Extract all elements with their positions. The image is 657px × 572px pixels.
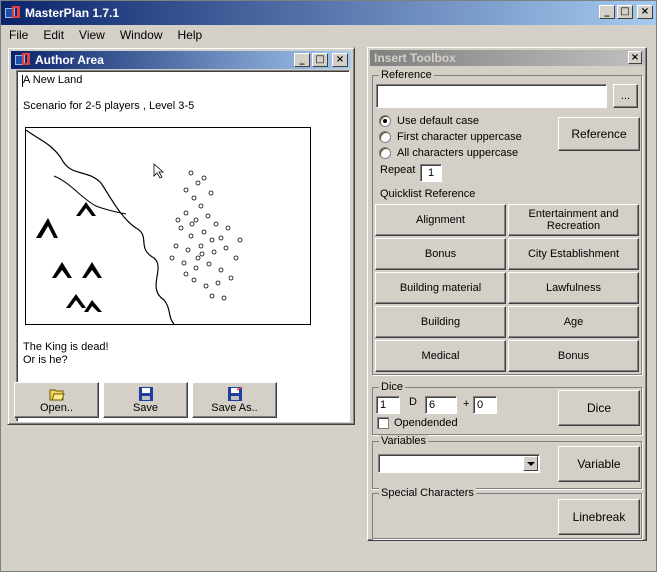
close-button[interactable]: × — [637, 5, 653, 19]
author-area-titlebar[interactable]: Author Area _ □ × — [11, 51, 351, 69]
quicklist-age-button[interactable]: Age — [508, 306, 639, 338]
doc-body-line-2: Or is he? — [23, 354, 68, 366]
openended-label: Opendended — [394, 417, 458, 429]
author-maximize-button[interactable]: □ — [312, 53, 328, 67]
repeat-label: Repeat — [380, 164, 416, 176]
minimize-button[interactable]: _ — [599, 5, 615, 19]
quicklist-building-material-button[interactable]: Building material — [375, 272, 506, 304]
quicklist-label: Quicklist Reference — [380, 188, 476, 200]
radio-first-uppercase[interactable]: First character uppercase — [379, 131, 522, 143]
dice-modifier-input[interactable]: 0 — [473, 396, 497, 414]
radio-default-case-label: Use default case — [397, 115, 479, 127]
radio-all-uppercase-dot[interactable] — [379, 147, 391, 159]
quicklist-bonus-button[interactable]: Bonus — [375, 238, 506, 270]
dice-plus-label: + — [463, 398, 470, 410]
menu-file[interactable]: File — [1, 26, 35, 44]
author-close-button[interactable]: × — [332, 53, 348, 67]
dice-d-label: D — [409, 396, 417, 408]
open-button[interactable]: Open.. — [14, 382, 99, 418]
author-area-window: Author Area _ □ × A New Land Scenario fo… — [7, 47, 355, 425]
map-drawing — [25, 129, 243, 325]
linebreak-button[interactable]: Linebreak — [558, 499, 640, 535]
masterplan-logo-icon — [15, 53, 31, 67]
menu-bar: File Edit View Window Help — [1, 25, 656, 45]
app-title: MasterPlan 1.7.1 — [25, 6, 120, 20]
insert-toolbox: Insert Toolbox × Reference ... Use defau… — [367, 47, 647, 541]
quicklist-entertainment-button[interactable]: Entertainment and Recreation — [508, 204, 639, 236]
main-window: MasterPlan 1.7.1 _ □ × File Edit View Wi… — [0, 0, 657, 572]
dice-group: Dice 1 D 6 + 0 Opendended Dice — [372, 381, 642, 435]
menu-edit[interactable]: Edit — [35, 26, 71, 44]
reference-legend: Reference — [379, 69, 434, 81]
variables-group: Variables Variable — [372, 435, 642, 489]
save-as-button[interactable]: Save As.. — [192, 382, 277, 418]
quicklist-alignment-button[interactable]: Alignment — [375, 204, 506, 236]
radio-default-case[interactable]: Use default case — [379, 115, 479, 127]
save-as-disk-icon — [227, 386, 242, 401]
openended-checkbox[interactable] — [377, 417, 389, 429]
open-folder-icon — [49, 389, 65, 400]
openended-checkbox-row[interactable]: Opendended — [377, 417, 458, 429]
toolbox-titlebar[interactable]: Insert Toolbox × — [370, 50, 645, 66]
reference-input[interactable] — [376, 84, 607, 108]
special-characters-legend: Special Characters — [379, 487, 476, 499]
author-area-title: Author Area — [35, 53, 104, 67]
quicklist-bonus-2-button[interactable]: Bonus — [508, 340, 639, 372]
floppy-disk-icon — [138, 386, 153, 401]
doc-subtitle-line: Scenario for 2-5 players , Level 3-5 — [23, 100, 195, 112]
save-as-button-label: Save As.. — [211, 401, 258, 414]
save-button[interactable]: Save — [103, 382, 188, 418]
dice-button[interactable]: Dice — [558, 390, 640, 426]
menu-window[interactable]: Window — [112, 26, 170, 44]
dice-count-input[interactable]: 1 — [376, 396, 400, 414]
author-minimize-button[interactable]: _ — [294, 53, 310, 67]
reference-group: Reference ... Use default case First cha… — [372, 69, 642, 375]
app-titlebar[interactable]: MasterPlan 1.7.1 _ □ × — [1, 1, 656, 25]
radio-all-uppercase-label: All characters uppercase — [397, 147, 519, 159]
map-image — [25, 127, 311, 325]
radio-all-uppercase[interactable]: All characters uppercase — [379, 147, 518, 159]
quicklist-building-button[interactable]: Building — [375, 306, 506, 338]
radio-default-case-dot[interactable] — [379, 115, 391, 127]
reference-browse-button[interactable]: ... — [613, 84, 638, 108]
quicklist-city-establishment-button[interactable]: City Establishment — [508, 238, 639, 270]
menu-help[interactable]: Help — [170, 26, 210, 44]
radio-first-uppercase-dot[interactable] — [379, 131, 391, 143]
toolbox-close-button[interactable]: × — [628, 51, 642, 64]
toolbox-title: Insert Toolbox — [374, 51, 456, 65]
open-button-label: Open.. — [39, 401, 74, 414]
dice-sides-input[interactable]: 6 — [425, 396, 457, 414]
menu-view[interactable]: View — [71, 26, 112, 44]
reference-button[interactable]: Reference — [558, 117, 640, 151]
doc-title-line: A New Land — [23, 74, 83, 86]
doc-body-line-1: The King is dead! — [23, 341, 109, 353]
save-button-label: Save — [132, 401, 159, 414]
variables-select[interactable] — [378, 454, 540, 473]
document-editor[interactable]: A New Land Scenario for 2-5 players , Le… — [16, 70, 350, 422]
dice-legend: Dice — [379, 381, 406, 393]
masterplan-logo-icon — [5, 6, 21, 20]
variables-legend: Variables — [379, 435, 429, 447]
chevron-down-icon[interactable] — [523, 456, 538, 471]
quicklist-lawfulness-button[interactable]: Lawfulness — [508, 272, 639, 304]
repeat-input[interactable]: 1 — [420, 164, 442, 182]
maximize-button[interactable]: □ — [617, 5, 633, 19]
radio-first-uppercase-label: First character uppercase — [397, 131, 522, 143]
variable-button[interactable]: Variable — [558, 446, 640, 482]
quicklist-medical-button[interactable]: Medical — [375, 340, 506, 372]
special-characters-group: Special Characters Linebreak — [372, 487, 642, 539]
